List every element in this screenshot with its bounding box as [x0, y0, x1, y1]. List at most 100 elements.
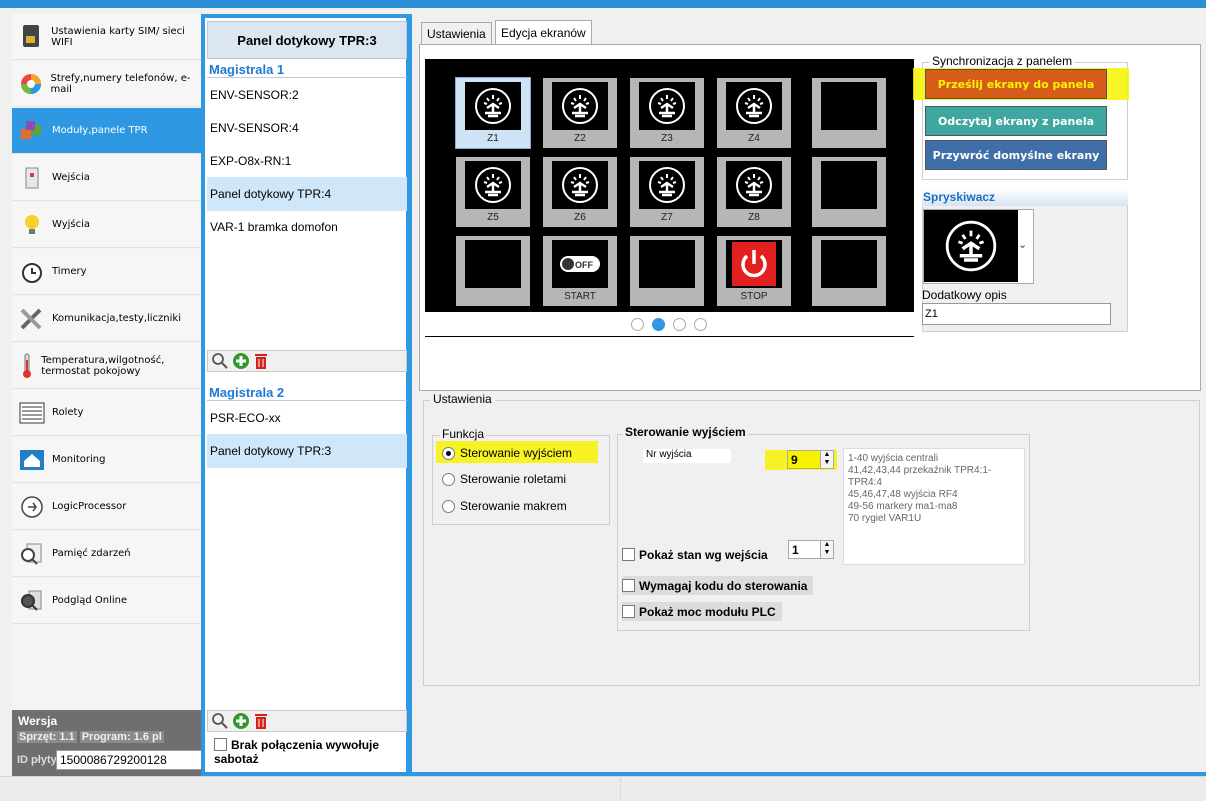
board-id-field[interactable]: 1500086729200128: [56, 750, 202, 770]
screen-tile[interactable]: [630, 236, 704, 306]
hint-line: 45,46,47,48 wyjścia RF4: [848, 489, 958, 500]
read-screens-button[interactable]: Odczytaj ekrany z panela: [925, 106, 1107, 136]
screen-tile[interactable]: Z3: [630, 78, 704, 148]
sidebar-item-event-log[interactable]: Pamięć zdarzeń: [12, 531, 206, 577]
page-dot[interactable]: [694, 318, 707, 331]
screen-tile[interactable]: Z4: [717, 78, 791, 148]
screen-tile[interactable]: STOP: [717, 236, 791, 306]
require-code-checkbox[interactable]: Wymagaj kodu do sterowania: [622, 576, 814, 595]
checkbox-box[interactable]: [622, 605, 635, 618]
checkbox-label: Pokaż stan wg wejścia: [639, 547, 768, 562]
sidebar-item-outputs[interactable]: Wyjścia: [12, 202, 206, 248]
device-list-item[interactable]: ENV-SENSOR:2: [207, 78, 407, 112]
checkbox-box[interactable]: [214, 738, 227, 751]
sidebar-item-temperature[interactable]: Temperatura,wilgotność, termostat pokojo…: [12, 343, 206, 389]
status-separator: [620, 779, 621, 799]
modules-cubes-icon: [12, 108, 52, 154]
show-state-checkbox[interactable]: Pokaż stan wg wejścia: [622, 545, 774, 564]
device-list-item[interactable]: EXP-O8x-RN:1: [207, 144, 407, 178]
sabotage-checkbox[interactable]: Brak połączenia wywołuje sabotaż: [214, 738, 404, 766]
hint-line: 70 rygiel VAR1U: [848, 513, 922, 524]
event-log-icon: [12, 531, 52, 577]
empty-tile-face: [821, 240, 877, 288]
radio-button[interactable]: [442, 446, 455, 460]
radio-blinds-control[interactable]: Sterowanie roletami: [442, 471, 566, 487]
sidebar-item-modules[interactable]: Moduły,panele TPR: [12, 108, 206, 154]
radio-output-control[interactable]: Sterowanie wyjściem: [442, 445, 572, 461]
sidebar-item-blinds[interactable]: Rolety: [12, 390, 206, 436]
sidebar-item-logic-processor[interactable]: LogicProcessor: [12, 484, 206, 530]
bus1-title: Magistrala 1: [207, 62, 407, 78]
screen-tile[interactable]: [456, 236, 530, 306]
delete-icon[interactable]: [253, 352, 269, 370]
device-list-item[interactable]: Panel dotykowy TPR:3: [207, 434, 407, 468]
screen-tile[interactable]: Z1: [455, 77, 531, 149]
sprinkler-title: Spryskiwacz: [922, 188, 1128, 206]
sync-title: Synchronizacja z panelem: [930, 54, 1075, 68]
add-icon[interactable]: [232, 712, 250, 730]
screen-tile[interactable]: [812, 78, 886, 148]
page-dot[interactable]: [631, 318, 644, 331]
device-list-item[interactable]: ENV-SENSOR:4: [207, 111, 407, 145]
sidebar-item-sim-wifi[interactable]: Ustawienia karty SIM/ sieci WIFI: [12, 14, 206, 60]
search-icon[interactable]: [211, 352, 229, 370]
stepper-arrows-icon[interactable]: ▲ ▼: [820, 541, 833, 558]
screen-tile[interactable]: Z2: [543, 78, 617, 148]
screen-tile[interactable]: Z7: [630, 157, 704, 227]
page-dot[interactable]: [673, 318, 686, 331]
screen-tile[interactable]: Z6: [543, 157, 617, 227]
restore-default-screens-button[interactable]: Przywróć domyślne ekrany: [925, 140, 1107, 170]
sidebar-item-monitoring[interactable]: Monitoring: [12, 437, 206, 483]
sidebar: Ustawienia karty SIM/ sieci WIFI Strefy,…: [12, 14, 206, 776]
program-version: Program: 1.6 pl: [79, 731, 164, 743]
version-panel: Wersja Sprzęt: 1.1 Program: 1.6 pl ID pł…: [12, 710, 206, 776]
status-bar: [0, 776, 1206, 801]
app-window: Ustawienia karty SIM/ sieci WIFI Strefy,…: [0, 0, 1206, 801]
sidebar-item-online-preview[interactable]: Podgląd Online: [12, 578, 206, 624]
delete-icon[interactable]: [253, 712, 269, 730]
screen-tile[interactable]: [812, 236, 886, 306]
tile-label: Z1: [487, 133, 499, 144]
output-number-stepper[interactable]: 9 ▲ ▼: [787, 450, 834, 469]
chevron-down-icon[interactable]: ⌄: [1018, 238, 1027, 251]
tile-label: Z8: [748, 212, 760, 223]
stepper-value: 9: [791, 453, 798, 467]
sidebar-item-label: Komunikacja,testy,liczniki: [52, 313, 181, 324]
sidebar-item-zones[interactable]: Strefy,numery telefonów, e-mail: [12, 61, 206, 107]
tab-settings[interactable]: Ustawienia: [421, 22, 492, 44]
stepper-arrows-icon[interactable]: ▲ ▼: [820, 451, 833, 468]
alarm-clock-icon: [12, 249, 52, 295]
search-icon[interactable]: [211, 712, 229, 730]
function-title: Funkcja: [440, 427, 487, 441]
checkbox-box[interactable]: [622, 548, 635, 561]
radio-macro-control[interactable]: Sterowanie makrem: [442, 498, 567, 514]
tile-label: START: [564, 291, 596, 302]
power-icon: [726, 240, 782, 288]
sidebar-item-label: Wejścia: [52, 172, 90, 183]
tab-screen-editing[interactable]: Edycja ekranów: [495, 20, 592, 44]
send-screens-button[interactable]: Prześlij ekrany do panela: [925, 69, 1107, 99]
radio-button[interactable]: [442, 472, 455, 486]
version-row: Sprzęt: 1.1 Program: 1.6 pl: [17, 731, 164, 743]
screen-tile[interactable]: Z5: [456, 157, 530, 227]
screen-tile[interactable]: OFF START: [543, 236, 617, 306]
device-list-item[interactable]: VAR-1 bramka domofon: [207, 210, 407, 244]
page-dot-active[interactable]: [652, 318, 665, 331]
input-number-stepper[interactable]: 1 ▲ ▼: [788, 540, 834, 559]
sidebar-item-timers[interactable]: Timery: [12, 249, 206, 295]
sidebar-item-communication[interactable]: Komunikacja,testy,liczniki: [12, 296, 206, 342]
screen-tile[interactable]: [812, 157, 886, 227]
checkbox-box[interactable]: [622, 579, 635, 592]
sidebar-item-label: Podgląd Online: [52, 595, 128, 606]
device-list-item[interactable]: Panel dotykowy TPR:4: [207, 177, 407, 211]
description-input[interactable]: Z1: [922, 303, 1111, 325]
screen-tile[interactable]: Z8: [717, 157, 791, 227]
device-list-item[interactable]: PSR-ECO-xx: [207, 401, 407, 435]
add-icon[interactable]: [232, 352, 250, 370]
sprinkler-icon: [639, 82, 695, 130]
sidebar-item-label: Wyjścia: [52, 219, 91, 230]
off-toggle-icon: OFF: [552, 240, 608, 288]
radio-button[interactable]: [442, 499, 455, 513]
sidebar-item-inputs[interactable]: Wejścia: [12, 155, 206, 201]
show-power-checkbox[interactable]: Pokaż moc modułu PLC: [622, 602, 782, 621]
